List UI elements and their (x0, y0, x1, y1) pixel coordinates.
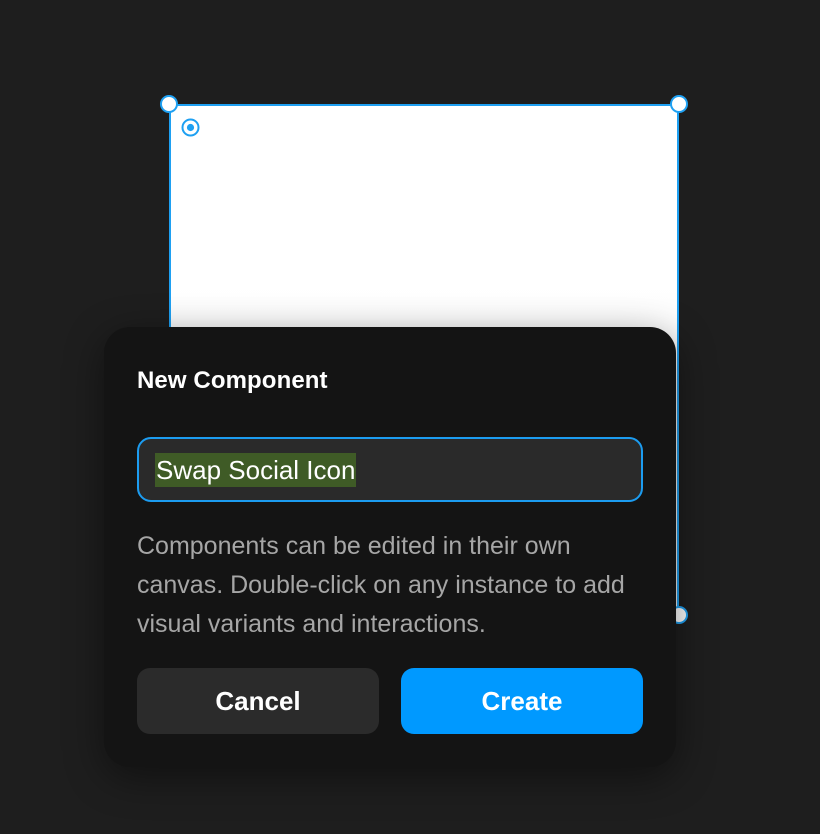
component-name-value[interactable]: Swap Social Icon (155, 452, 357, 487)
cancel-button[interactable]: Cancel (137, 668, 379, 734)
dialog-title: New Component (137, 367, 328, 394)
create-button[interactable]: Create (401, 668, 643, 734)
origin-target-icon (181, 118, 200, 137)
new-component-dialog: New Component Swap Social Icon Component… (104, 327, 676, 767)
resize-handle-top-left[interactable] (160, 95, 178, 113)
component-name-input[interactable]: Swap Social Icon (137, 437, 643, 502)
editor-canvas[interactable]: New Component Swap Social Icon Component… (0, 0, 820, 834)
resize-handle-top-right[interactable] (670, 95, 688, 113)
dialog-description: Components can be edited in their own ca… (137, 532, 625, 638)
